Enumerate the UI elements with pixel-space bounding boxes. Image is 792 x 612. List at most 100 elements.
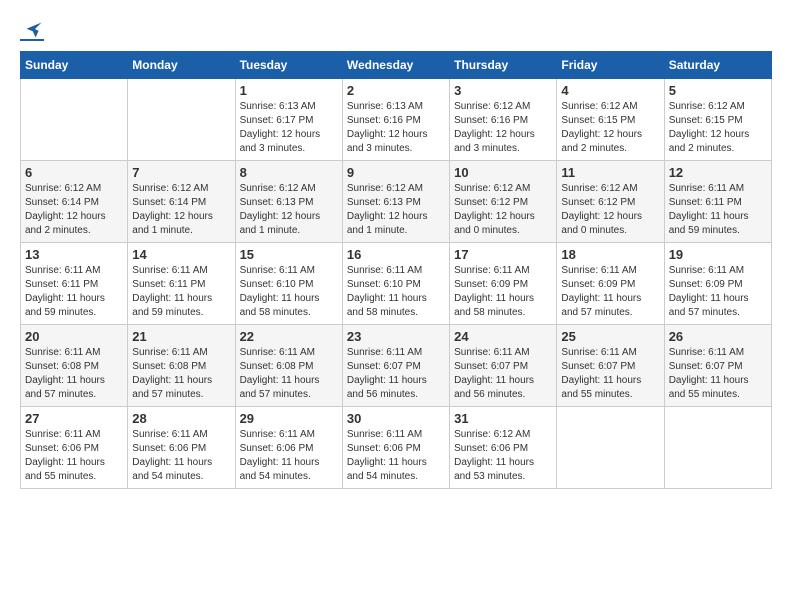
calendar-cell: 6Sunrise: 6:12 AM Sunset: 6:14 PM Daylig… (21, 161, 128, 243)
day-number: 5 (669, 83, 767, 98)
day-info: Sunrise: 6:11 AM Sunset: 6:06 PM Dayligh… (25, 428, 123, 484)
calendar-cell: 16Sunrise: 6:11 AM Sunset: 6:10 PM Dayli… (342, 243, 449, 325)
day-info: Sunrise: 6:11 AM Sunset: 6:08 PM Dayligh… (240, 346, 338, 402)
calendar-cell: 22 Sunrise: 6:11 AM Sunset: 6:08 PM Dayli… (235, 325, 342, 407)
day-info: Sunrise: 6:12 AM Sunset: 6:13 PM Dayligh… (347, 182, 445, 238)
calendar-cell: 26Sunrise: 6:11 AM Sunset: 6:07 PM Dayli… (664, 325, 771, 407)
calendar-cell: 8 Sunrise: 6:12 AM Sunset: 6:13 PM Daylig… (235, 161, 342, 243)
day-info: Sunrise: 6:11 AM Sunset: 6:09 PM Dayligh… (669, 264, 767, 320)
calendar-cell: 1Sunrise: 6:13 AM Sunset: 6:17 PM Daylig… (235, 79, 342, 161)
day-number: 17 (454, 247, 552, 262)
day-info: Sunrise: 6:11 AM Sunset: 6:07 PM Dayligh… (454, 346, 552, 402)
calendar-cell: 18Sunrise: 6:11 AM Sunset: 6:09 PM Dayli… (557, 243, 664, 325)
calendar-cell: 13Sunrise: 6:11 AM Sunset: 6:11 PM Dayli… (21, 243, 128, 325)
calendar-cell: 25 Sunrise: 6:11 AM Sunset: 6:07 PM Dayli… (557, 325, 664, 407)
calendar-week-row: 1Sunrise: 6:13 AM Sunset: 6:17 PM Daylig… (21, 79, 772, 161)
calendar-cell: 21 Sunrise: 6:11 AM Sunset: 6:08 PM Dayli… (128, 325, 235, 407)
day-number: 11 (561, 165, 659, 180)
calendar-header-row: SundayMondayTuesdayWednesdayThursdayFrid… (21, 52, 772, 79)
day-info: Sunrise: 6:11 AM Sunset: 6:08 PM Dayligh… (132, 346, 230, 402)
col-header-tuesday: Tuesday (235, 52, 342, 79)
day-info: Sunrise: 6:12 AM Sunset: 6:15 PM Dayligh… (561, 100, 659, 156)
logo-bird-icon (24, 20, 44, 40)
day-number: 14 (132, 247, 230, 262)
day-info: Sunrise: 6:11 AM Sunset: 6:11 PM Dayligh… (669, 182, 767, 238)
day-info: Sunrise: 6:11 AM Sunset: 6:11 PM Dayligh… (25, 264, 123, 320)
day-number: 10 (454, 165, 552, 180)
calendar-cell: 31 Sunrise: 6:12 AM Sunset: 6:06 PM Dayli… (450, 407, 557, 489)
col-header-sunday: Sunday (21, 52, 128, 79)
day-info: Sunrise: 6:12 AM Sunset: 6:15 PM Dayligh… (669, 100, 767, 156)
day-number: 21 (132, 329, 230, 344)
col-header-thursday: Thursday (450, 52, 557, 79)
calendar-cell: 29 Sunrise: 6:11 AM Sunset: 6:06 PM Dayli… (235, 407, 342, 489)
day-number: 2 (347, 83, 445, 98)
day-info: Sunrise: 6:11 AM Sunset: 6:07 PM Dayligh… (561, 346, 659, 402)
day-number: 18 (561, 247, 659, 262)
calendar-cell: 10Sunrise: 6:12 AM Sunset: 6:12 PM Dayli… (450, 161, 557, 243)
calendar-cell: 2 Sunrise: 6:13 AM Sunset: 6:16 PM Daylig… (342, 79, 449, 161)
day-info: Sunrise: 6:11 AM Sunset: 6:06 PM Dayligh… (132, 428, 230, 484)
logo (20, 20, 44, 41)
day-number: 27 (25, 411, 123, 426)
day-info: Sunrise: 6:11 AM Sunset: 6:09 PM Dayligh… (454, 264, 552, 320)
day-number: 4 (561, 83, 659, 98)
col-header-saturday: Saturday (664, 52, 771, 79)
calendar-cell (557, 407, 664, 489)
calendar-cell: 19 Sunrise: 6:11 AM Sunset: 6:09 PM Dayli… (664, 243, 771, 325)
day-info: Sunrise: 6:12 AM Sunset: 6:14 PM Dayligh… (132, 182, 230, 238)
calendar-week-row: 6Sunrise: 6:12 AM Sunset: 6:14 PM Daylig… (21, 161, 772, 243)
calendar-cell: 12 Sunrise: 6:11 AM Sunset: 6:11 PM Dayli… (664, 161, 771, 243)
day-info: Sunrise: 6:11 AM Sunset: 6:07 PM Dayligh… (347, 346, 445, 402)
calendar-cell: 15 Sunrise: 6:11 AM Sunset: 6:10 PM Dayli… (235, 243, 342, 325)
calendar-cell: 14 Sunrise: 6:11 AM Sunset: 6:11 PM Dayli… (128, 243, 235, 325)
day-number: 28 (132, 411, 230, 426)
day-info: Sunrise: 6:11 AM Sunset: 6:06 PM Dayligh… (347, 428, 445, 484)
day-info: Sunrise: 6:11 AM Sunset: 6:08 PM Dayligh… (25, 346, 123, 402)
calendar-cell: 28 Sunrise: 6:11 AM Sunset: 6:06 PM Dayli… (128, 407, 235, 489)
day-info: Sunrise: 6:11 AM Sunset: 6:11 PM Dayligh… (132, 264, 230, 320)
day-number: 19 (669, 247, 767, 262)
calendar-cell: 23 Sunrise: 6:11 AM Sunset: 6:07 PM Dayli… (342, 325, 449, 407)
calendar-cell: 5 Sunrise: 6:12 AM Sunset: 6:15 PM Daylig… (664, 79, 771, 161)
logo-underline (20, 39, 44, 41)
day-info: Sunrise: 6:13 AM Sunset: 6:16 PM Dayligh… (347, 100, 445, 156)
day-number: 29 (240, 411, 338, 426)
day-number: 31 (454, 411, 552, 426)
day-number: 25 (561, 329, 659, 344)
calendar-cell: 3Sunrise: 6:12 AM Sunset: 6:16 PM Daylig… (450, 79, 557, 161)
day-info: Sunrise: 6:12 AM Sunset: 6:13 PM Dayligh… (240, 182, 338, 238)
day-info: Sunrise: 6:12 AM Sunset: 6:06 PM Dayligh… (454, 428, 552, 484)
day-number: 1 (240, 83, 338, 98)
day-info: Sunrise: 6:12 AM Sunset: 6:12 PM Dayligh… (561, 182, 659, 238)
day-info: Sunrise: 6:11 AM Sunset: 6:10 PM Dayligh… (347, 264, 445, 320)
col-header-friday: Friday (557, 52, 664, 79)
day-number: 15 (240, 247, 338, 262)
day-number: 8 (240, 165, 338, 180)
calendar-cell: 9Sunrise: 6:12 AM Sunset: 6:13 PM Daylig… (342, 161, 449, 243)
calendar-week-row: 27 Sunrise: 6:11 AM Sunset: 6:06 PM Dayli… (21, 407, 772, 489)
day-number: 12 (669, 165, 767, 180)
calendar-cell: 30 Sunrise: 6:11 AM Sunset: 6:06 PM Dayli… (342, 407, 449, 489)
col-header-wednesday: Wednesday (342, 52, 449, 79)
calendar-week-row: 13Sunrise: 6:11 AM Sunset: 6:11 PM Dayli… (21, 243, 772, 325)
day-number: 22 (240, 329, 338, 344)
day-info: Sunrise: 6:11 AM Sunset: 6:10 PM Dayligh… (240, 264, 338, 320)
day-info: Sunrise: 6:11 AM Sunset: 6:06 PM Dayligh… (240, 428, 338, 484)
calendar-cell: 11 Sunrise: 6:12 AM Sunset: 6:12 PM Dayli… (557, 161, 664, 243)
col-header-monday: Monday (128, 52, 235, 79)
day-number: 30 (347, 411, 445, 426)
calendar-cell (128, 79, 235, 161)
day-number: 23 (347, 329, 445, 344)
page-header (20, 20, 772, 41)
calendar-cell (21, 79, 128, 161)
calendar-cell (664, 407, 771, 489)
day-number: 7 (132, 165, 230, 180)
calendar-cell: 27 Sunrise: 6:11 AM Sunset: 6:06 PM Dayli… (21, 407, 128, 489)
calendar-cell: 24 Sunrise: 6:11 AM Sunset: 6:07 PM Dayli… (450, 325, 557, 407)
day-number: 24 (454, 329, 552, 344)
day-info: Sunrise: 6:11 AM Sunset: 6:07 PM Dayligh… (669, 346, 767, 402)
calendar-cell: 20 Sunrise: 6:11 AM Sunset: 6:08 PM Dayli… (21, 325, 128, 407)
day-number: 20 (25, 329, 123, 344)
calendar-cell: 7 Sunrise: 6:12 AM Sunset: 6:14 PM Daylig… (128, 161, 235, 243)
